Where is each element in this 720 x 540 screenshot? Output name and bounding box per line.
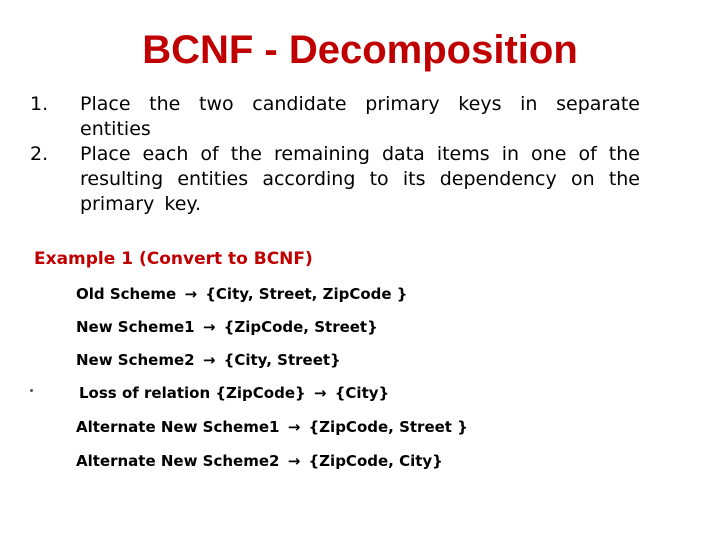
right-arrow-icon: → xyxy=(202,318,216,336)
example-line-new-scheme1: New Scheme1 → {ZipCode, Street} xyxy=(76,317,378,337)
right-arrow-icon: → xyxy=(287,452,301,470)
right-arrow-icon: → xyxy=(184,285,198,303)
scheme-attributes: {ZipCode, Street } xyxy=(308,418,468,436)
scheme-name: New Scheme1 xyxy=(76,318,195,336)
example-line-alternate-scheme2: Alternate New Scheme2 → {ZipCode, City} xyxy=(76,451,443,471)
slide-title: BCNF - Decomposition xyxy=(142,28,578,72)
list-item: 1. Place the two candidate primary keys … xyxy=(30,92,640,142)
scheme-name: Alternate New Scheme2 xyxy=(76,452,280,470)
example-line-old-scheme: Old Scheme → {City, Street, ZipCode } xyxy=(76,284,407,304)
example-line-alternate-scheme1: Alternate New Scheme1 → {ZipCode, Street… xyxy=(76,417,468,437)
right-arrow-icon: → xyxy=(287,418,301,436)
bullet-dot-icon xyxy=(30,389,33,392)
example-line-loss-of-relation: Loss of relation {ZipCode} → {City} xyxy=(79,383,389,403)
example-heading: Example 1 (Convert to BCNF) xyxy=(34,249,313,269)
right-arrow-icon: → xyxy=(313,384,327,402)
scheme-attributes: {City, Street, ZipCode } xyxy=(205,285,408,303)
list-item-number: 1. xyxy=(30,93,49,115)
scheme-name: Loss of relation {ZipCode} xyxy=(79,384,306,402)
scheme-name: New Scheme2 xyxy=(76,351,195,369)
scheme-name: Alternate New Scheme1 xyxy=(76,418,280,436)
list-item-number: 2. xyxy=(30,143,49,165)
scheme-attributes: {ZipCode, Street} xyxy=(223,318,378,336)
numbered-list: 1. Place the two candidate primary keys … xyxy=(30,92,640,217)
list-item-text: Place each of the remaining data items i… xyxy=(80,143,640,215)
scheme-attributes: {City} xyxy=(334,384,390,402)
right-arrow-icon: → xyxy=(202,351,216,369)
scheme-name: Old Scheme xyxy=(76,285,177,303)
scheme-attributes: {City, Street} xyxy=(223,351,341,369)
example-line-new-scheme2: New Scheme2 → {City, Street} xyxy=(76,350,341,370)
scheme-attributes: {ZipCode, City} xyxy=(308,452,443,470)
list-item-text: Place the two candidate primary keys in … xyxy=(80,93,640,140)
list-item: 2. Place each of the remaining data item… xyxy=(30,142,640,217)
